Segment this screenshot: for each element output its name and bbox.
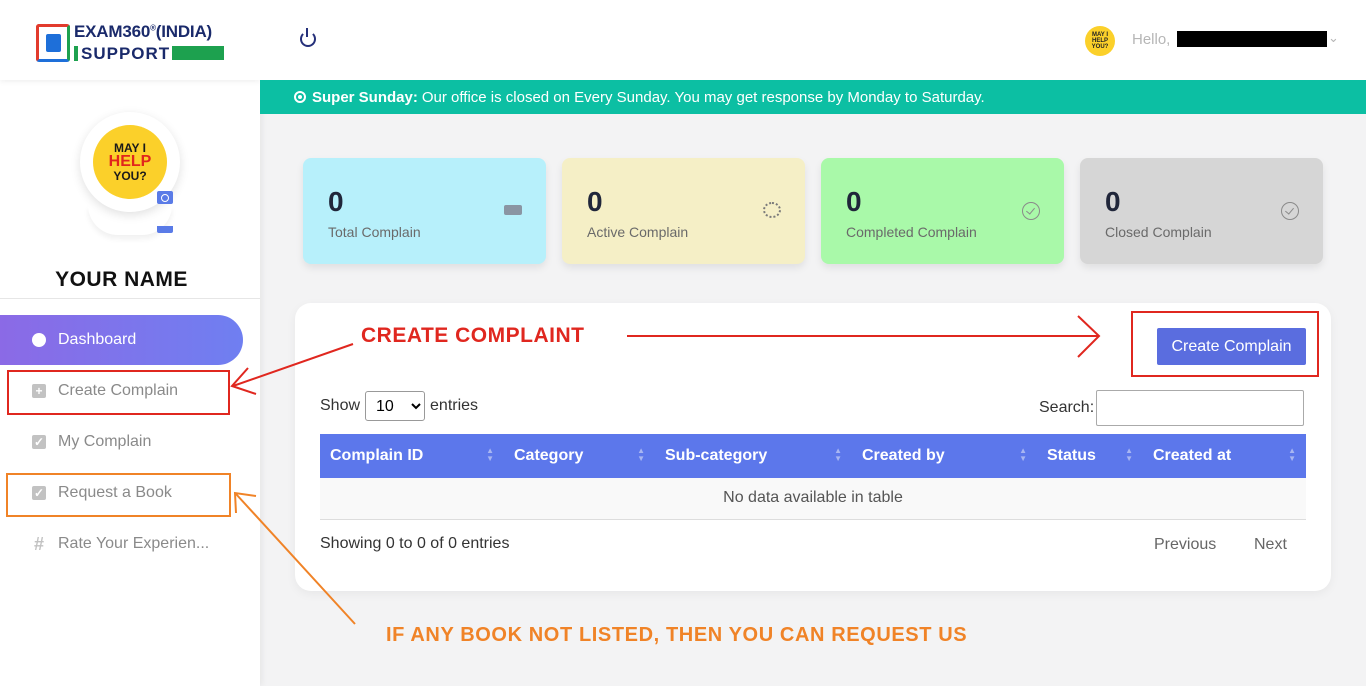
divider: [0, 298, 260, 299]
announcement-title: Super Sunday:: [312, 88, 418, 106]
redacted-username: [1177, 31, 1327, 47]
highlight-request-book: [6, 473, 231, 517]
greeting[interactable]: Hello,: [1132, 31, 1170, 48]
top-header: MAY I HELP YOU? Hello, ⌄: [260, 0, 1366, 80]
sidebar-item-dashboard[interactable]: Dashboard: [0, 315, 243, 365]
complaints-table: Complain ID ▲ ▼ Category ▲ ▼ Sub-category ▲ ▼ …: [320, 434, 1306, 520]
logo-line1: EXAM360: [74, 22, 151, 41]
highlight-create-button: [1131, 311, 1319, 377]
column-header[interactable]: Complain ID ▲ ▼: [320, 434, 504, 478]
logo-icon: [36, 24, 70, 62]
user-avatar[interactable]: MAY I HELP YOU?: [1085, 26, 1115, 56]
sort-icon: ▲ ▼: [486, 446, 494, 463]
column-header[interactable]: Created by ▲ ▼: [852, 434, 1037, 478]
stat-card-closed[interactable]: 0 Closed Complain: [1080, 158, 1323, 264]
column-header[interactable]: Sub-category ▲ ▼: [655, 434, 852, 478]
sort-icon: ▲ ▼: [1019, 446, 1027, 463]
column-header[interactable]: Status ▲ ▼: [1037, 434, 1143, 478]
hash-icon: #: [33, 534, 44, 554]
previous-button[interactable]: Previous: [1154, 536, 1216, 554]
sort-icon: ▲ ▼: [1125, 446, 1133, 463]
table-search: Search:: [1039, 390, 1305, 426]
annotation-request-book: IF ANY BOOK NOT LISTED, THEN YOU CAN REQ…: [386, 624, 968, 646]
check-square-icon: ✓: [32, 435, 46, 449]
avatar: MAY I HELP YOU?: [93, 125, 167, 199]
stat-card-completed[interactable]: 0 Completed Complain: [821, 158, 1064, 264]
logo[interactable]: EXAM360®(INDIA) SUPPORT: [0, 0, 260, 80]
column-header[interactable]: Created at ▲ ▼: [1143, 434, 1306, 478]
profile-name: YOUR NAME: [55, 268, 188, 291]
camera-icon: [157, 226, 173, 233]
pie-chart-icon: [32, 333, 46, 347]
ticket-icon: [504, 205, 522, 215]
announcement-text: Our office is closed on Every Sunday. Yo…: [421, 88, 985, 106]
annotation-create-complaint: CREATE COMPLAINT: [361, 324, 585, 347]
sort-icon: ▲ ▼: [834, 446, 842, 463]
spinner-icon: [763, 202, 781, 218]
search-input[interactable]: [1096, 390, 1305, 426]
announcement-banner: Super Sunday: Our office is closed on Ev…: [260, 80, 1366, 114]
logo-line2: SUPPORT: [74, 44, 170, 64]
logo-flag-bar: [172, 46, 224, 60]
check-circle-icon: [1022, 202, 1040, 220]
highlight-create-complain: [7, 370, 230, 415]
entries-length: Show 10 entries: [320, 391, 478, 421]
check-circle-icon: [1281, 202, 1299, 220]
table-row: No data available in table: [320, 478, 1306, 520]
camera-icon[interactable]: [157, 191, 173, 204]
sidebar-item-rate-experience[interactable]: # Rate Your Experien...: [0, 519, 243, 569]
sidebar-item-my-complain[interactable]: ✓ My Complain: [0, 417, 243, 467]
next-button[interactable]: Next: [1254, 536, 1287, 554]
empty-message: No data available in table: [320, 478, 1306, 520]
table-info: Showing 0 to 0 of 0 entries: [320, 535, 510, 552]
entries-select[interactable]: 10: [365, 391, 426, 421]
stat-card-total[interactable]: 0 Total Complain: [303, 158, 546, 264]
radio-icon: [294, 91, 306, 103]
sort-icon: ▲ ▼: [637, 446, 645, 463]
sort-icon: ▲ ▼: [1288, 446, 1296, 463]
power-icon[interactable]: [300, 28, 316, 47]
sidebar: EXAM360®(INDIA) SUPPORT MAY I HELP YOU? …: [0, 0, 260, 686]
column-header[interactable]: Category ▲ ▼: [504, 434, 655, 478]
stat-card-active[interactable]: 0 Active Complain: [562, 158, 805, 264]
chevron-down-icon[interactable]: ⌄: [1328, 30, 1339, 46]
